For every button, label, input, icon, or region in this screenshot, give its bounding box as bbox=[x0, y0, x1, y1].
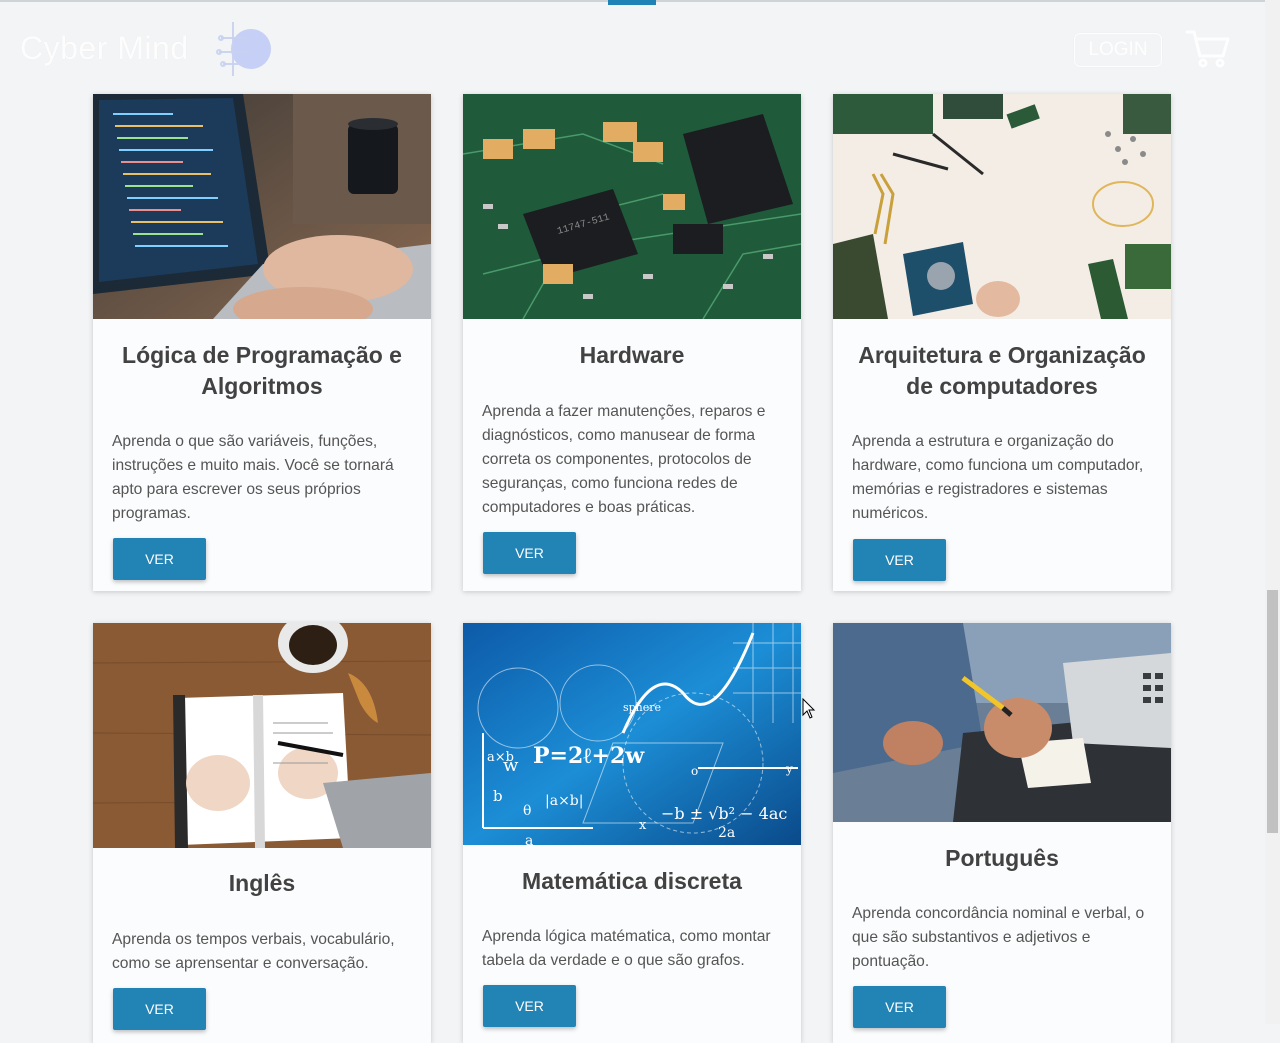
course-card-logica: Lógica de Programação e Algoritmos Apren… bbox=[93, 94, 431, 591]
course-description: Aprenda concordância nominal e verbal, o… bbox=[852, 905, 1145, 970]
course-image-hand-writing-desk bbox=[833, 623, 1171, 822]
mouse-cursor-icon bbox=[802, 698, 816, 719]
math-label-a: a bbox=[525, 833, 533, 845]
login-button[interactable]: LOGIN bbox=[1074, 33, 1162, 67]
course-description: Aprenda a estrutura e organização do har… bbox=[852, 433, 1144, 522]
course-card-hardware: 11747-511 Hardware Aprenda a fazer manut… bbox=[463, 94, 801, 591]
math-label-y: y bbox=[785, 762, 793, 776]
course-card-arquitetura: Arquitetura e Organização de computadore… bbox=[833, 94, 1171, 591]
course-title: Lógica de Programação e Algoritmos bbox=[122, 342, 402, 399]
course-title: Hardware bbox=[579, 342, 685, 368]
course-card-matematica: P=2ℓ+2w w a×b |a×b| b a θ sphere −b ± √b… bbox=[463, 623, 801, 1043]
math-label-axb: a×b bbox=[487, 750, 514, 765]
math-formula-denominator: 2a bbox=[718, 825, 735, 841]
shopping-cart-icon[interactable] bbox=[1185, 28, 1231, 68]
navbar: Cyber Mind LOGIN bbox=[0, 0, 1265, 90]
course-description: Aprenda o que são variáveis, funções, in… bbox=[112, 433, 394, 522]
ver-button[interactable]: VER bbox=[483, 985, 576, 1027]
scrollbar-thumb[interactable] bbox=[1267, 590, 1278, 833]
course-image-math-formulas: P=2ℓ+2w w a×b |a×b| b a θ sphere −b ± √b… bbox=[463, 623, 801, 845]
course-card-portugues: Português Aprenda concordância nominal e… bbox=[833, 623, 1171, 1043]
math-formula-main: P=2ℓ+2w bbox=[533, 743, 645, 769]
ver-button[interactable]: VER bbox=[853, 986, 946, 1028]
course-card-ingles: Inglês Aprenda os tempos verbais, vocabu… bbox=[93, 623, 431, 1043]
brain-circuit-icon bbox=[216, 22, 271, 76]
course-description: Aprenda lógica matématica, como montar t… bbox=[482, 928, 771, 969]
course-image-notebook-writing bbox=[93, 623, 431, 848]
math-label-abs: |a×b| bbox=[545, 793, 583, 809]
math-label-sphere: sphere bbox=[623, 701, 661, 714]
course-image-hardware-parts bbox=[833, 94, 1171, 319]
course-title: Português bbox=[945, 845, 1059, 871]
page-scrollbar[interactable] bbox=[1265, 0, 1280, 1024]
course-image-laptop-coding bbox=[93, 94, 431, 319]
math-label-x: x bbox=[639, 818, 647, 833]
ver-button[interactable]: VER bbox=[853, 539, 946, 581]
course-title: Inglês bbox=[228, 870, 296, 896]
math-label-theta: θ bbox=[523, 803, 531, 819]
brand-logo-text[interactable]: Cyber Mind bbox=[20, 30, 189, 67]
math-label-b: b bbox=[493, 787, 503, 805]
ver-button[interactable]: VER bbox=[113, 538, 206, 580]
course-title: Arquitetura e Organização de computadore… bbox=[858, 342, 1146, 399]
course-image-circuit-board: 11747-511 bbox=[463, 94, 801, 319]
ver-button[interactable]: VER bbox=[483, 532, 576, 574]
math-label-o: o bbox=[691, 764, 698, 778]
course-description: Aprenda a fazer manutenções, reparos e d… bbox=[482, 403, 766, 516]
course-title: Matemática discreta bbox=[522, 868, 742, 894]
course-description: Aprenda os tempos verbais, vocabulário, … bbox=[112, 931, 395, 972]
math-formula-sqrt: −b ± √b² − 4ac bbox=[661, 804, 787, 823]
